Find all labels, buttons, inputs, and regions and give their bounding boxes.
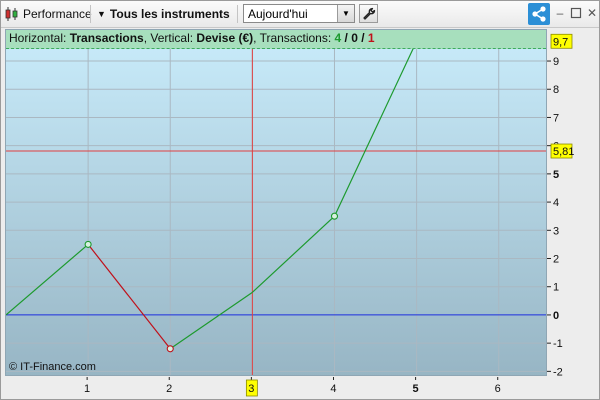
x-tick-label: 2: [166, 383, 172, 395]
performance-label: Performance: [23, 7, 92, 21]
y-tick-label: 2: [553, 254, 559, 266]
settings-button[interactable]: [359, 4, 378, 23]
plot-background: [6, 30, 546, 375]
data-point-marker: [166, 345, 174, 353]
performance-button[interactable]: Performance: [4, 4, 92, 24]
x-tick-label: 4: [330, 383, 336, 395]
transactions-label: , Transactions:: [253, 31, 335, 45]
y-tick-label: 8: [553, 84, 559, 96]
y-tick-label: 1: [553, 282, 559, 294]
copyright-text: © IT-Finance.com: [9, 361, 96, 373]
caret-down-icon: ▼: [97, 9, 106, 19]
last-value-label: 9,7: [553, 36, 568, 48]
performance-chart[interactable]: [6, 30, 547, 376]
y-axis: -2-101234567899,75,81: [547, 33, 574, 378]
candlestick-icon: [5, 7, 18, 21]
x-tick-label: 5: [413, 383, 419, 395]
y-tick-label: 4: [553, 197, 559, 209]
chart-area[interactable]: Horizontal: Transactions, Vertical: Devi…: [5, 29, 547, 376]
cursor-x-label: 3: [248, 383, 254, 395]
toolbar-separator: [237, 5, 238, 23]
data-point-marker: [330, 212, 339, 220]
share-button[interactable]: [528, 3, 550, 25]
performance-window: Performance ▼ Tous les instruments Aujou…: [0, 0, 600, 400]
y-tick-label: -2: [553, 366, 563, 378]
maximize-button[interactable]: [569, 6, 583, 20]
cursor-y-label: 5,81: [553, 146, 574, 158]
chevron-down-icon[interactable]: ▼: [337, 5, 354, 22]
vertical-value: Devise (€): [196, 31, 254, 45]
minimize-icon: –: [556, 6, 564, 20]
x-tick-label: 1: [84, 383, 90, 395]
y-tick-label: 7: [553, 112, 559, 124]
instruments-dropdown[interactable]: ▼ Tous les instruments: [97, 4, 230, 24]
wrench-icon: [363, 7, 376, 20]
vertical-label: , Vertical:: [143, 31, 197, 45]
y-tick-label: 5: [553, 169, 559, 181]
x-tick-label: 6: [495, 383, 501, 395]
close-icon: ✕: [586, 6, 598, 20]
x-axis: 1234563: [84, 377, 501, 397]
period-select[interactable]: Aujourd'hui ▼: [243, 4, 355, 23]
horizontal-value: Transactions: [69, 31, 144, 45]
toolbar-separator: [90, 5, 91, 23]
y-tick-label: 3: [553, 225, 559, 237]
instruments-label: Tous les instruments: [109, 7, 230, 21]
neutral-count: 0: [351, 31, 358, 45]
minimize-button[interactable]: –: [553, 6, 567, 20]
count-separator: /: [341, 31, 352, 45]
period-value: Aujourd'hui: [248, 7, 308, 21]
share-icon: [532, 6, 546, 22]
chart-info-bar: Horizontal: Transactions, Vertical: Devi…: [6, 30, 546, 49]
count-separator: /: [357, 31, 368, 45]
horizontal-label: Horizontal:: [9, 31, 70, 45]
toolbar: Performance ▼ Tous les instruments Aujou…: [1, 1, 599, 28]
maximize-icon: [570, 7, 582, 19]
y-tick-label: -1: [553, 338, 563, 350]
y-tick-label: 0: [553, 310, 559, 322]
lost-count: 1: [367, 31, 375, 45]
data-point-marker: [84, 240, 92, 248]
close-button[interactable]: ✕: [585, 6, 599, 20]
y-tick-label: 9: [553, 56, 559, 68]
